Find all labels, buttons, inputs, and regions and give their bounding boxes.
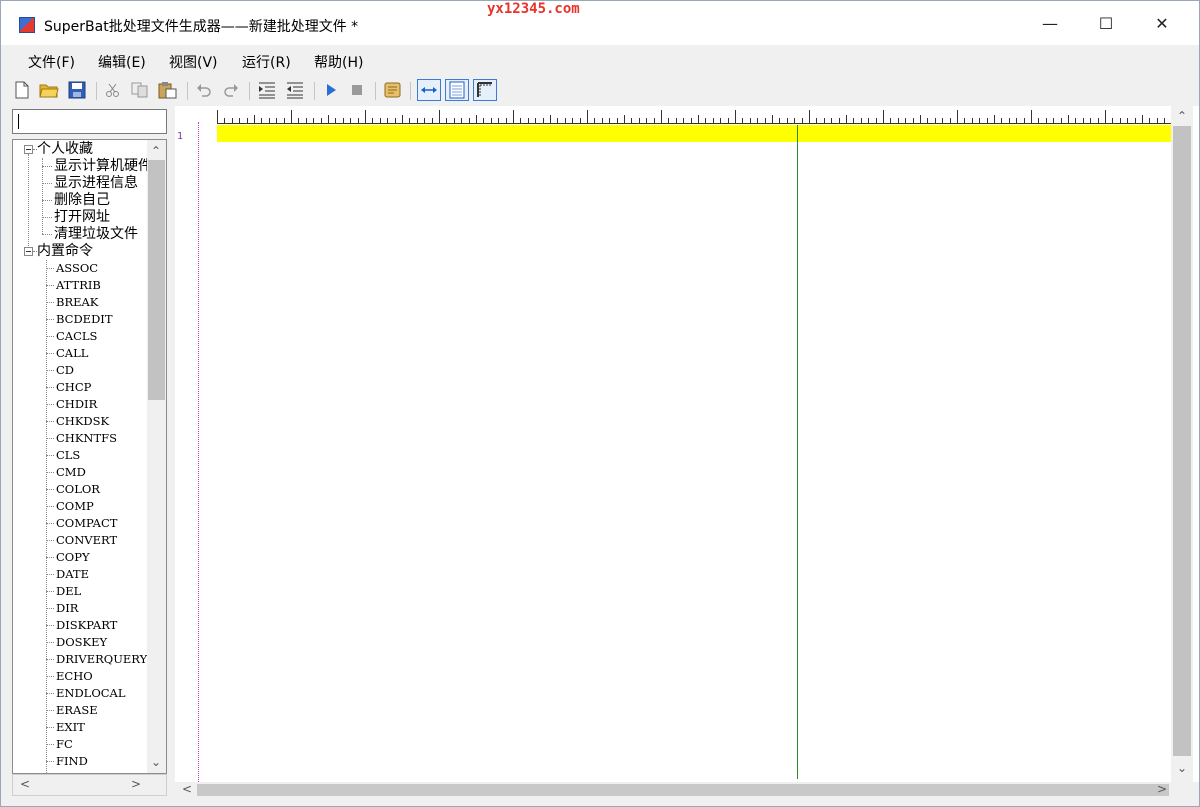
ruler-icon[interactable] xyxy=(473,79,497,101)
tree-command-item[interactable]: CONVERT xyxy=(56,532,117,549)
editor-scroll-up-icon[interactable]: ⌃ xyxy=(1177,109,1187,123)
minimize-button[interactable]: — xyxy=(1022,1,1078,45)
tree-search-input[interactable] xyxy=(12,109,167,134)
tree-command-item[interactable]: CHKDSK xyxy=(56,413,109,430)
undo-icon[interactable] xyxy=(194,80,214,100)
indent-icon[interactable] xyxy=(257,80,277,100)
close-button[interactable]: ✕ xyxy=(1134,1,1190,45)
editor-ruler xyxy=(217,110,1171,124)
collapse-builtins-toggle[interactable] xyxy=(24,247,33,256)
tree-command-item[interactable]: COMPACT xyxy=(56,515,117,532)
tree-command-item[interactable]: CALL xyxy=(56,345,88,362)
save-icon[interactable] xyxy=(67,80,87,100)
run-icon[interactable] xyxy=(321,80,341,100)
tree-command-item[interactable]: CACLS xyxy=(56,328,97,345)
line-number: 1 xyxy=(177,131,184,142)
tree-command-item[interactable]: DATE xyxy=(56,566,89,583)
menu-view[interactable]: 视图(V) xyxy=(169,52,218,72)
app-window: SuperBat批处理文件生成器——新建批处理文件 * yx12345.com … xyxy=(0,0,1200,807)
current-line-highlight xyxy=(217,125,1171,142)
menu-run[interactable]: 运行(R) xyxy=(242,52,291,72)
wrap-icon[interactable] xyxy=(417,79,441,101)
minimize-icon: — xyxy=(1042,13,1058,33)
tree-command-item[interactable]: COLOR xyxy=(56,481,100,498)
tree-vertical-scrollbar[interactable]: ⌃ ⌄ xyxy=(147,140,166,773)
cut-icon[interactable] xyxy=(103,80,123,100)
tree-command-item[interactable]: DOSKEY xyxy=(56,634,107,651)
tree-command-item[interactable]: BREAK xyxy=(56,294,98,311)
right-margin-line xyxy=(797,125,798,779)
tree-command-item[interactable]: CLS xyxy=(56,447,80,464)
tree-scroll-thumb[interactable] xyxy=(148,160,165,400)
editor-scroll-thumb[interactable] xyxy=(1173,126,1191,756)
tree-command-item[interactable]: COMP xyxy=(56,498,94,515)
editor-scroll-down-icon[interactable]: ⌄ xyxy=(1177,761,1187,775)
maximize-icon: ☐ xyxy=(1098,13,1114,33)
tree-command-item[interactable]: CHKNTFS xyxy=(56,430,117,447)
tree-command-item[interactable]: BCDEDIT xyxy=(56,311,113,328)
scroll-down-icon[interactable]: ⌄ xyxy=(151,755,161,769)
scroll-right-icon[interactable]: > xyxy=(131,777,141,791)
tree-command-item[interactable]: CD xyxy=(56,362,74,379)
toolbar xyxy=(1,77,1199,105)
editor-horizontal-scrollbar[interactable]: < > xyxy=(175,782,1199,798)
tree-command-item[interactable]: CHCP xyxy=(56,379,91,396)
editor-hscroll-thumb[interactable] xyxy=(197,784,1169,796)
new-file-icon[interactable] xyxy=(12,80,32,100)
tree-command-item[interactable]: EXIT xyxy=(56,719,85,736)
page-view-icon[interactable] xyxy=(445,79,469,101)
tree-favorite-item[interactable]: 删除自己 xyxy=(54,192,110,209)
tree-command-item[interactable]: ERASE xyxy=(56,702,98,719)
scroll-left-icon[interactable]: < xyxy=(20,777,30,791)
editor-scroll-left-icon[interactable]: < xyxy=(182,782,192,796)
scroll-up-icon[interactable]: ⌃ xyxy=(151,144,161,158)
editor-scroll-right-icon[interactable]: > xyxy=(1157,782,1167,796)
window-title: SuperBat批处理文件生成器——新建批处理文件 * xyxy=(44,19,359,35)
redo-icon[interactable] xyxy=(221,80,241,100)
stop-icon[interactable] xyxy=(347,80,367,100)
title-bar: SuperBat批处理文件生成器——新建批处理文件 * yx12345.com … xyxy=(1,1,1199,45)
script-icon[interactable] xyxy=(383,80,403,100)
tree-favorite-item[interactable]: 显示计算机硬件 xyxy=(54,158,152,175)
tree-group-favorites[interactable]: 个人收藏 xyxy=(37,141,93,158)
menu-file[interactable]: 文件(F) xyxy=(28,52,75,72)
menu-bar: 文件(F) 编辑(E) 视图(V) 运行(R) 帮助(H) xyxy=(1,45,1199,77)
app-icon xyxy=(19,17,35,33)
tree-command-item[interactable]: FC xyxy=(56,736,73,753)
tree-command-item[interactable]: CHDIR xyxy=(56,396,97,413)
tree-command-item[interactable]: DRIVERQUERY xyxy=(56,651,147,668)
code-editor[interactable]: 1 ⌃ ⌄ xyxy=(175,106,1199,782)
collapse-favorites-toggle[interactable] xyxy=(24,145,33,154)
command-tree: 个人收藏 显示计算机硬件 显示进程信息 删除自己 打开网址 清理垃圾文件 内置命令 ASSO… xyxy=(12,139,167,774)
tree-command-item[interactable]: COPY xyxy=(56,549,90,566)
tree-command-item[interactable]: ENDLOCAL xyxy=(56,685,125,702)
tree-favorite-item[interactable]: 打开网址 xyxy=(54,209,110,226)
tree-command-item[interactable]: ATTRIB xyxy=(56,277,101,294)
tree-command-item[interactable]: ASSOC xyxy=(56,260,98,277)
menu-help[interactable]: 帮助(H) xyxy=(314,52,363,72)
paste-icon[interactable] xyxy=(158,80,178,100)
tree-command-item[interactable]: FIND xyxy=(56,753,88,770)
tree-command-item[interactable]: DIR xyxy=(56,600,78,617)
tree-command-item[interactable]: ECHO xyxy=(56,668,93,685)
tree-favorite-item[interactable]: 清理垃圾文件 xyxy=(54,226,138,243)
maximize-button[interactable]: ☐ xyxy=(1078,1,1134,45)
open-folder-icon[interactable] xyxy=(39,80,59,100)
watermark-text: yx12345.com xyxy=(487,1,580,17)
editor-vertical-scrollbar[interactable]: ⌃ ⌄ xyxy=(1171,106,1193,782)
tree-command-item[interactable]: DISKPART xyxy=(56,617,117,634)
copy-icon[interactable] xyxy=(130,80,150,100)
tree-favorite-item[interactable]: 显示进程信息 xyxy=(54,175,138,192)
outdent-icon[interactable] xyxy=(285,80,305,100)
tree-command-item[interactable]: DEL xyxy=(56,583,81,600)
tree-group-builtins[interactable]: 内置命令 xyxy=(37,243,93,260)
tree-command-item[interactable]: CMD xyxy=(56,464,86,481)
menu-edit[interactable]: 编辑(E) xyxy=(98,52,146,72)
close-icon: ✕ xyxy=(1155,13,1169,33)
tree-horizontal-scrollbar[interactable]: < > xyxy=(12,774,167,796)
